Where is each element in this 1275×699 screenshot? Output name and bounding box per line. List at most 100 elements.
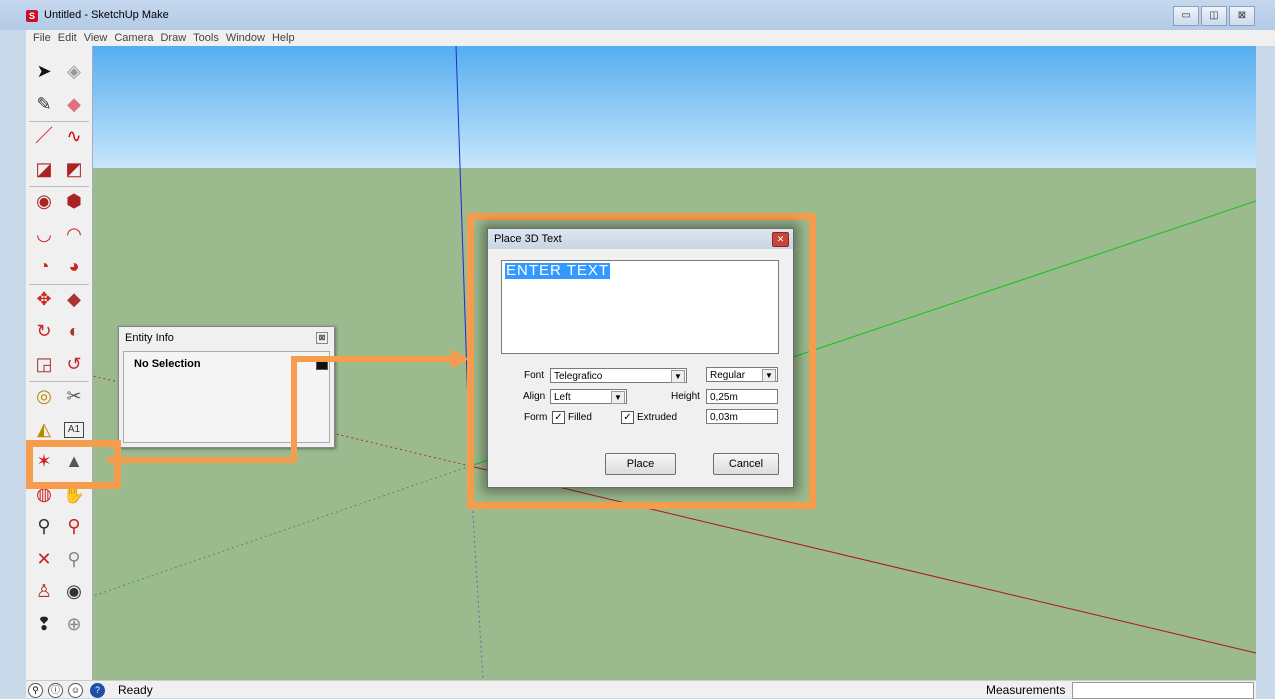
- font-label: Font: [524, 370, 545, 381]
- height-label: Height: [671, 391, 700, 402]
- follow-me-icon[interactable]: ◐: [60, 318, 88, 344]
- help-icon[interactable]: ?: [90, 683, 105, 698]
- zoom-extents-icon[interactable]: ✕: [30, 546, 58, 572]
- circle-icon[interactable]: ◉: [30, 188, 58, 214]
- align-value: Left: [554, 392, 571, 403]
- font-style-value: Regular: [710, 370, 746, 381]
- toolbar-separator: [29, 381, 89, 382]
- dialog-title: Place 3D Text: [494, 233, 562, 245]
- selection-status: No Selection: [134, 358, 201, 370]
- chevron-down-icon[interactable]: ▼: [611, 391, 625, 404]
- large-tool-set: ➤ ◈ ✎ ◆ ／ ∿ ◪ ◩ ◉ ⬢ ◡ ◠ ◔ ◕ ✥ ◆ ↻ ◐ ◲ ↺ ◎ ✂ ◭ A1 ✶ ▲ ◍ ✋ ⚲ ⚲ ✕ ⚲ ♙ ◉ ❢ ⊕: [26, 46, 93, 680]
- arc-icon[interactable]: ◡: [30, 221, 58, 247]
- select-arrow-icon[interactable]: ➤: [30, 58, 58, 84]
- place-button[interactable]: Place: [605, 453, 676, 475]
- toolbar-separator: [29, 186, 89, 187]
- geo-location-icon[interactable]: ⚲: [28, 683, 43, 698]
- three-point-arc-icon[interactable]: ◔: [30, 253, 58, 279]
- extrude-depth-input[interactable]: 0,03m: [706, 409, 778, 424]
- dialog-close-button[interactable]: ✕: [772, 232, 789, 247]
- green-axis-hidden: [93, 465, 471, 597]
- align-label: Align: [523, 391, 546, 402]
- zoom-window-icon[interactable]: ⚲: [60, 513, 88, 539]
- tape-measure-icon[interactable]: ◎: [30, 383, 58, 409]
- toolbar-separator: [29, 121, 89, 122]
- cancel-button[interactable]: Cancel: [713, 453, 779, 475]
- sketchup-logo-icon: S: [26, 10, 38, 22]
- menu-help[interactable]: Help: [272, 30, 295, 46]
- entity-info-body: No Selection: [123, 351, 330, 443]
- pencil-line-icon[interactable]: ／: [30, 123, 58, 149]
- sign-in-icon[interactable]: ☺: [68, 683, 83, 698]
- font-value: Telegrafico: [554, 371, 603, 382]
- make-component-icon[interactable]: ◈: [60, 58, 88, 84]
- look-around-icon[interactable]: ◉: [60, 578, 88, 604]
- font-select[interactable]: Telegrafico ▼: [550, 368, 687, 383]
- rectangle-icon[interactable]: ◪: [30, 156, 58, 182]
- push-pull-icon[interactable]: ◆: [60, 286, 88, 312]
- freehand-icon[interactable]: ∿: [60, 123, 88, 149]
- align-select[interactable]: Left ▼: [550, 389, 627, 404]
- offset-icon[interactable]: ↺: [60, 351, 88, 377]
- zoom-icon[interactable]: ⚲: [30, 513, 58, 539]
- filled-label: Filled: [568, 412, 592, 423]
- toolbar-separator: [29, 283, 89, 285]
- menu-tools[interactable]: Tools: [193, 30, 219, 46]
- window-frame-left: [0, 30, 26, 697]
- text-label-icon[interactable]: A1: [64, 421, 84, 438]
- title-bar: S Untitled - SketchUp Make ▭ ◫ ⊠: [0, 0, 1275, 30]
- menu-camera[interactable]: Camera: [114, 30, 153, 46]
- filled-checkbox[interactable]: ✓: [552, 411, 565, 424]
- maximize-button[interactable]: ◫: [1201, 6, 1227, 26]
- minimize-button[interactable]: ▭: [1173, 6, 1199, 26]
- place-3d-text-dialog: Place 3D Text ✕ ENTER TEXT Font Telegraf…: [487, 228, 794, 488]
- section-plane-icon[interactable]: ⊕: [60, 611, 88, 637]
- close-window-button[interactable]: ⊠: [1229, 6, 1255, 26]
- protractor-icon[interactable]: ◭: [30, 416, 58, 442]
- polygon-icon[interactable]: ⬢: [60, 188, 88, 214]
- measurements-input[interactable]: [1072, 682, 1254, 699]
- dialog-titlebar: Place 3D Text ✕: [488, 229, 793, 249]
- menu-view[interactable]: View: [84, 30, 108, 46]
- entity-info-title: Entity Info: [125, 332, 174, 344]
- extruded-label: Extruded: [637, 412, 678, 423]
- position-camera-icon[interactable]: ♙: [30, 578, 58, 604]
- callout-line-3: [291, 356, 453, 362]
- dimension-icon[interactable]: ✂: [60, 383, 88, 409]
- scale-icon[interactable]: ◲: [30, 351, 58, 377]
- chevron-down-icon[interactable]: ▼: [762, 369, 776, 382]
- close-icon[interactable]: ⊠: [316, 332, 328, 344]
- eraser-icon[interactable]: ◆: [60, 91, 88, 117]
- callout-arrow-icon: [451, 349, 469, 369]
- highlight-3d-text-tool: [26, 440, 121, 489]
- callout-line-1: [107, 457, 297, 463]
- menu-file[interactable]: File: [33, 30, 51, 46]
- text-input-area[interactable]: ENTER TEXT: [501, 260, 779, 354]
- entity-info-panel: Entity Info ⊠ No Selection: [118, 326, 335, 448]
- previous-view-icon[interactable]: ⚲: [60, 546, 88, 572]
- menu-draw[interactable]: Draw: [160, 30, 186, 46]
- rotated-rectangle-icon[interactable]: ◩: [60, 156, 88, 182]
- menu-window[interactable]: Window: [226, 30, 265, 46]
- move-icon[interactable]: ✥: [30, 286, 58, 312]
- credits-icon[interactable]: ⓘ: [48, 683, 63, 698]
- two-point-arc-icon[interactable]: ◠: [60, 221, 88, 247]
- walk-icon[interactable]: ❢: [30, 611, 58, 637]
- menu-edit[interactable]: Edit: [58, 30, 77, 46]
- paint-bucket-icon[interactable]: ✎: [30, 91, 58, 117]
- extruded-checkbox[interactable]: ✓: [621, 411, 634, 424]
- menu-bar: File Edit View Camera Draw Tools Window Help: [26, 30, 1275, 46]
- rotate-icon[interactable]: ↻: [30, 318, 58, 344]
- font-style-select[interactable]: Regular ▼: [706, 367, 778, 382]
- pie-icon[interactable]: ◕: [60, 253, 88, 279]
- height-input[interactable]: 0,25m: [706, 389, 778, 404]
- callout-line-2: [291, 356, 297, 463]
- chevron-down-icon[interactable]: ▼: [671, 370, 685, 383]
- form-label: Form: [524, 412, 548, 423]
- window-frame-right: [1256, 46, 1275, 697]
- status-text: Ready: [118, 683, 153, 697]
- status-bar: ⚲ ⓘ ☺ ? Ready Measurements: [26, 680, 1256, 699]
- measurements-label: Measurements: [986, 683, 1066, 697]
- selected-text: ENTER TEXT: [505, 262, 611, 279]
- window-title: Untitled - SketchUp Make: [44, 9, 169, 21]
